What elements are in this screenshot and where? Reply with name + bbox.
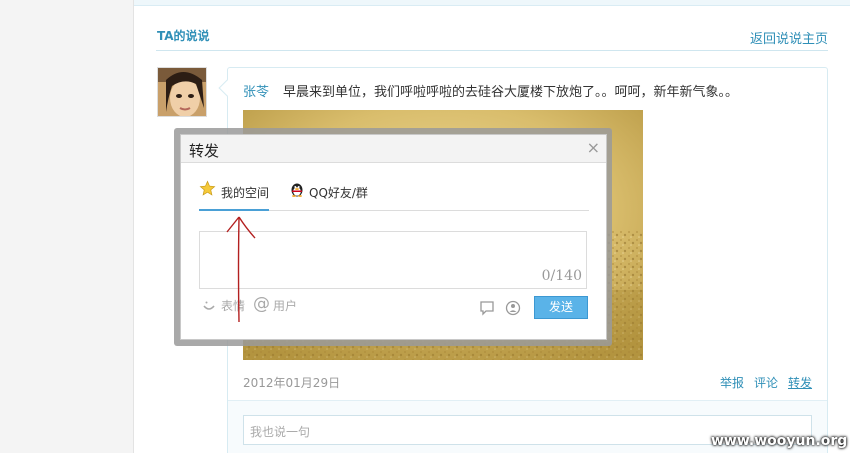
annotation-arrow xyxy=(226,216,256,323)
left-gutter xyxy=(0,0,134,453)
tab-qq-friends-label: QQ好友/群 xyxy=(309,186,368,200)
report-link[interactable]: 举报 xyxy=(720,374,744,391)
avatar-image xyxy=(158,68,206,116)
tab-my-space[interactable]: 我的空间 xyxy=(199,179,269,211)
people-icon[interactable] xyxy=(505,300,521,316)
top-strip xyxy=(134,0,850,6)
forward-link[interactable]: 转发 xyxy=(788,374,812,391)
dialog-header[interactable]: 转发 × xyxy=(181,135,606,163)
mention-label: 用户 xyxy=(273,299,298,313)
post-date: 2012年01月29日 xyxy=(243,376,341,390)
watermark: www.wooyun.org xyxy=(711,433,848,449)
tab-my-space-label: 我的空间 xyxy=(221,186,270,200)
share-target-tabs: 我的空间 QQ好友/群 xyxy=(199,179,589,211)
comment-bubble-icon[interactable] xyxy=(479,300,495,316)
smile-icon xyxy=(203,301,215,310)
dialog-title: 转发 xyxy=(189,142,220,160)
close-icon[interactable]: × xyxy=(587,138,600,157)
section-title: TA的说说 xyxy=(157,29,210,43)
post-author[interactable]: 张苓 xyxy=(243,81,269,100)
tab-qq-friends[interactable]: QQ好友/群 xyxy=(287,179,377,211)
send-button[interactable]: 发送 xyxy=(534,296,588,319)
comment-link[interactable]: 评论 xyxy=(754,374,778,391)
char-counter: 0/140 xyxy=(541,268,582,284)
back-to-shuoshuo-link[interactable]: 返回说说主页 xyxy=(750,28,828,47)
header-divider xyxy=(156,50,828,51)
avatar[interactable] xyxy=(157,67,207,117)
star-icon xyxy=(199,180,216,196)
post-text: 早晨来到单位，我们呼啦呼啦的去硅谷大厦楼下放炮了。。呵呵，新年新气象。。 xyxy=(283,85,739,100)
qq-penguin-icon xyxy=(291,183,303,197)
